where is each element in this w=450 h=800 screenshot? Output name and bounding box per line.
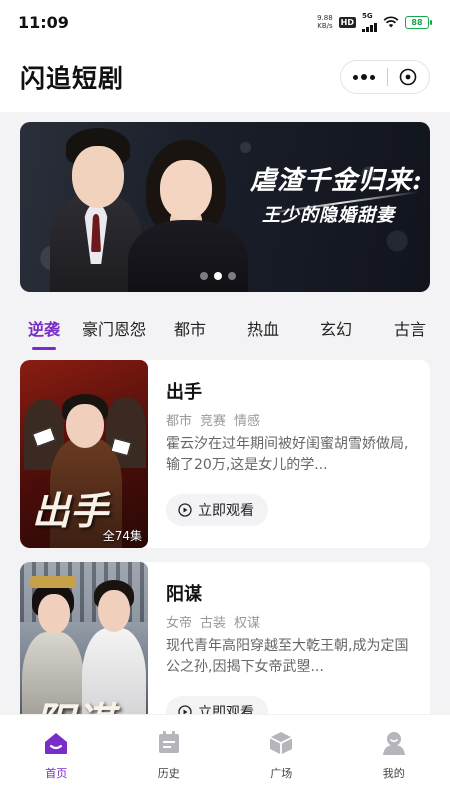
poster-lead-face xyxy=(66,404,104,448)
drama-info: 阳谋 女帝 古装 权谋 现代青年高阳穿越至大乾王朝,成为定国公之孙,因揭下女帝武… xyxy=(166,562,416,714)
drama-description: 现代青年高阳穿越至大乾王朝,成为定国公之孙,因揭下女帝武曌... xyxy=(166,638,409,675)
home-icon xyxy=(45,733,68,754)
watch-now-button[interactable]: 立即观看 xyxy=(166,494,268,526)
more-icon[interactable] xyxy=(353,74,375,80)
pager-dot-active[interactable] xyxy=(214,272,222,280)
hd-icon: HD xyxy=(338,16,356,28)
drama-info: 出手 都市 竞赛 情感 霍云汐在过年期间被好闺蜜胡雪娇做局,输了20万,这是女儿… xyxy=(166,360,416,548)
pager-dot[interactable] xyxy=(228,272,236,280)
crown-icon xyxy=(30,576,76,588)
battery-level: 88 xyxy=(411,17,423,27)
profile-icon xyxy=(382,732,405,755)
drama-tag: 竞赛 xyxy=(200,414,227,429)
app-header: 闪追短剧 xyxy=(0,48,450,106)
mini-program-capsule xyxy=(340,60,430,94)
drama-card[interactable]: 阳谋 阳谋 女帝 古装 权谋 现代青年高阳穿越至大乾王朝,成为定国公之孙,因揭下… xyxy=(20,562,430,714)
pager-dot[interactable] xyxy=(200,272,208,280)
capsule-divider xyxy=(386,68,388,86)
nav-history[interactable]: 历史 xyxy=(113,715,226,800)
tab-niexi[interactable]: 逆袭 xyxy=(28,316,60,340)
nav-label-history: 历史 xyxy=(157,767,180,780)
drama-poster[interactable]: 出手 全74集 xyxy=(20,360,148,548)
content-area: 虐渣千金归来: 王少的隐婚甜妻 逆袭 豪门恩怨 都市 热血 玄幻 古言 出手 全… xyxy=(0,112,450,714)
poster-empress-face xyxy=(38,594,70,634)
watch-now-button[interactable]: 立即观看 xyxy=(166,696,268,714)
drama-card[interactable]: 出手 全74集 出手 都市 竞赛 情感 霍云汐在过年期间被好闺蜜胡雪娇做局,输了… xyxy=(20,360,430,548)
nav-label-profile: 我的 xyxy=(382,767,405,780)
banner-carousel[interactable]: 虐渣千金归来: 王少的隐婚甜妻 xyxy=(20,122,430,292)
drama-title[interactable]: 阳谋 xyxy=(166,580,202,606)
wifi-icon xyxy=(383,16,399,28)
net-speed: 9.88 KB/s xyxy=(317,14,333,30)
signal-icon xyxy=(362,20,377,32)
banner-pager xyxy=(200,272,236,280)
status-time: 11:09 xyxy=(18,12,69,32)
nav-label-plaza: 广场 xyxy=(270,767,293,780)
poster-lead-face xyxy=(98,590,130,632)
banner-title-line2: 王少的隐婚甜妻 xyxy=(262,205,395,226)
bottom-nav: 首页 历史 广场 我的 xyxy=(0,714,450,800)
history-icon xyxy=(158,731,179,753)
drama-tags: 都市 竞赛 情感 xyxy=(166,410,260,429)
drama-title[interactable]: 出手 xyxy=(166,378,202,404)
play-icon xyxy=(178,503,192,517)
drama-tag: 都市 xyxy=(166,414,193,429)
drama-poster[interactable]: 阳谋 xyxy=(20,562,148,714)
nav-plaza[interactable]: 广场 xyxy=(225,715,338,800)
nav-label-home: 首页 xyxy=(45,767,68,780)
episode-count: 全74集 xyxy=(102,529,142,543)
watch-now-label: 立即观看 xyxy=(198,503,254,519)
tab-guyan[interactable]: 古言 xyxy=(394,316,426,340)
app-title: 闪追短剧 xyxy=(20,64,125,93)
watch-now-label: 立即观看 xyxy=(198,705,254,714)
tab-dushi[interactable]: 都市 xyxy=(174,316,206,340)
banner-title-line1: 虐渣千金归来: xyxy=(250,166,423,196)
tab-xuanhuan[interactable]: 玄幻 xyxy=(320,316,352,340)
poster-calligraphy: 出手 xyxy=(32,488,109,533)
tab-haomen[interactable]: 豪门恩怨 xyxy=(82,316,146,340)
nav-profile[interactable]: 我的 xyxy=(338,715,450,800)
drama-tag: 权谋 xyxy=(234,616,261,631)
category-tabs: 逆袭 豪门恩怨 都市 热血 玄幻 古言 xyxy=(0,308,450,348)
nav-home[interactable]: 首页 xyxy=(0,715,113,800)
drama-tag: 情感 xyxy=(234,414,261,429)
status-icons: 9.88 KB/s HD 5G 88 xyxy=(317,11,432,32)
banner-title: 虐渣千金归来: 王少的隐婚甜妻 xyxy=(250,160,425,227)
network-type: 5G xyxy=(362,11,373,20)
net-speed-unit: KB/s xyxy=(317,22,333,30)
battery-icon: 88 xyxy=(405,15,432,29)
poster-calligraphy: 阳谋 xyxy=(34,690,114,714)
close-icon[interactable] xyxy=(399,68,417,86)
drama-tag: 古装 xyxy=(200,616,227,631)
status-bar: 11:09 9.88 KB/s HD 5G 88 xyxy=(0,0,450,44)
cellular: 5G xyxy=(362,11,377,32)
banner-face-male xyxy=(72,146,124,208)
play-icon xyxy=(178,705,192,714)
drama-description: 霍云汐在过年期间被好闺蜜胡雪娇做局,输了20万,这是女儿的学... xyxy=(166,436,409,473)
drama-tags: 女帝 古装 权谋 xyxy=(166,612,260,631)
tab-rexue[interactable]: 热血 xyxy=(247,316,279,340)
plaza-icon xyxy=(269,732,293,755)
drama-tag: 女帝 xyxy=(166,616,193,631)
net-speed-value: 9.88 xyxy=(317,14,333,22)
banner-dress xyxy=(128,220,248,292)
banner-face-female xyxy=(160,160,212,220)
